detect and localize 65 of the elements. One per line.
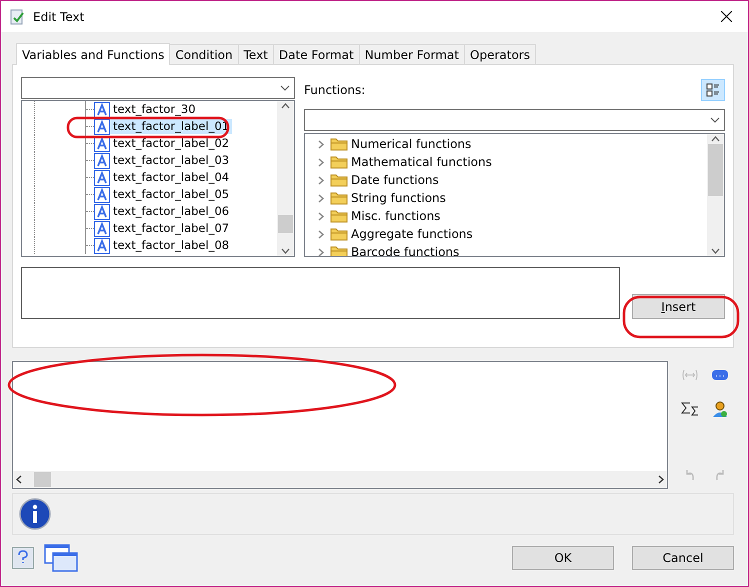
- folder-icon: [330, 137, 348, 151]
- tree-item[interactable]: String functions: [315, 189, 707, 207]
- expand-icon[interactable]: [318, 248, 324, 256]
- scroll-down-icon[interactable]: [281, 248, 290, 254]
- tree-item[interactable]: Mathematical functions: [315, 153, 707, 171]
- folder-icon: [330, 155, 348, 169]
- sigma-icon[interactable]: [681, 402, 699, 416]
- tree-item[interactable]: text_factor_label_03: [110, 153, 232, 168]
- help-icon[interactable]: [12, 547, 34, 569]
- tree-item[interactable]: text_factor_label_08: [110, 238, 232, 253]
- tree-item[interactable]: text_factor_label_04: [110, 170, 232, 185]
- user-icon[interactable]: [711, 400, 729, 418]
- variable-dropdown[interactable]: [21, 77, 295, 99]
- tree-item[interactable]: text_factor_label_06: [110, 204, 232, 219]
- text-variable-icon: [94, 186, 110, 202]
- folder-icon: [330, 173, 348, 187]
- scroll-up-icon[interactable]: [281, 103, 290, 109]
- close-icon[interactable]: [720, 11, 732, 22]
- scroll-thumb[interactable]: [34, 472, 51, 487]
- tree-item[interactable]: Barcode functions: [315, 243, 707, 256]
- scroll-thumb[interactable]: [278, 214, 293, 232]
- tree-item[interactable]: Misc. functions: [315, 207, 707, 225]
- tree-item[interactable]: Numerical functions: [315, 135, 707, 153]
- tree-item[interactable]: text_factor_label_01: [110, 119, 232, 134]
- expression-editor[interactable]: [12, 361, 668, 489]
- windows-icon[interactable]: [44, 544, 78, 572]
- scroll-right-icon[interactable]: [658, 475, 664, 484]
- folder-icon: [330, 191, 348, 205]
- tree-item[interactable]: text_factor_label_02: [110, 136, 232, 151]
- text-variable-icon: [94, 118, 110, 134]
- dialog-button[interactable]: Cancel: [632, 546, 734, 570]
- tree-item[interactable]: Aggregate functions: [315, 225, 707, 243]
- expand-all-button[interactable]: [701, 79, 725, 101]
- text-variable-icon: [94, 152, 110, 168]
- tab[interactable]: Variables and Functions: [16, 43, 170, 65]
- window-title: Edit Text: [33, 10, 86, 24]
- scroll-down-icon[interactable]: [711, 248, 720, 254]
- text-variable-icon: [94, 204, 110, 220]
- folder-icon: [330, 209, 348, 223]
- text-variable-icon: [94, 102, 110, 118]
- function-dropdown[interactable]: [304, 109, 725, 131]
- tab[interactable]: Operators: [464, 44, 536, 64]
- chevron-down-icon[interactable]: [280, 85, 290, 91]
- tree-item[interactable]: Date functions: [315, 171, 707, 189]
- scrollbar[interactable]: [707, 134, 724, 256]
- functions-label: Functions:: [304, 83, 366, 97]
- scrollbar[interactable]: [277, 101, 294, 256]
- scrollbar[interactable]: [13, 471, 667, 488]
- folder-icon: [330, 227, 348, 241]
- tree-item[interactable]: text_factor_label_05: [110, 187, 232, 202]
- scroll-up-icon[interactable]: [711, 136, 720, 142]
- text-variable-icon: [94, 238, 110, 254]
- dialog-button[interactable]: OK: [512, 546, 614, 570]
- folder-icon: [330, 245, 348, 256]
- chevron-down-icon[interactable]: [710, 117, 720, 123]
- tree-view-icon[interactable]: [706, 83, 720, 97]
- field-icon[interactable]: [711, 369, 729, 381]
- scroll-thumb[interactable]: [708, 144, 723, 196]
- tree-item[interactable]: text_factor_label_07: [110, 221, 232, 236]
- text-variable-icon: [94, 220, 110, 236]
- text-variable-icon: [94, 170, 110, 186]
- tree-item[interactable]: text_factor_30: [110, 102, 199, 117]
- scroll-left-icon[interactable]: [16, 475, 22, 484]
- notepad-check-icon: [9, 8, 25, 24]
- info-icon: [19, 498, 51, 530]
